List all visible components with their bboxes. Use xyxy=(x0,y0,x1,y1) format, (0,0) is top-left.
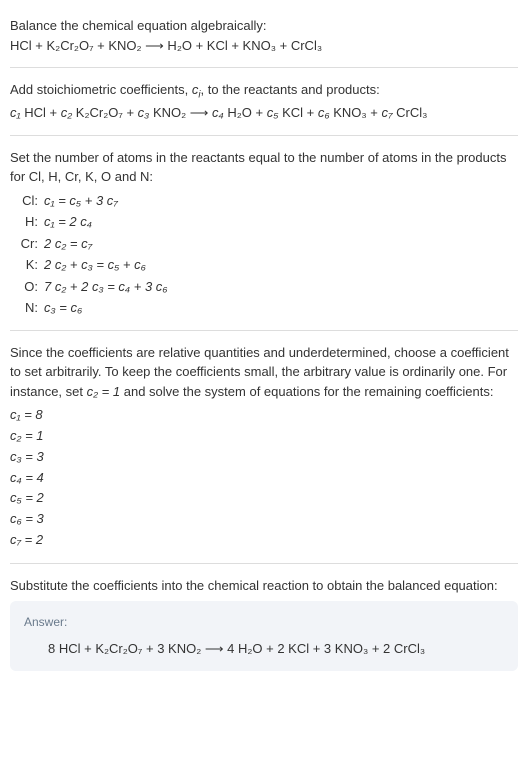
atom-elem: O: xyxy=(10,277,38,297)
coeff-value: c₄ = 4 xyxy=(10,468,518,489)
atom-eq: 2 c₂ + c₃ = c₅ + c₆ xyxy=(44,255,518,275)
atom-elem: H: xyxy=(10,212,38,232)
stoich-heading: Add stoichiometric coefficients, ci, to … xyxy=(10,80,518,103)
divider xyxy=(10,563,518,564)
coef-c3: c₃ xyxy=(138,105,150,120)
coeff-value: c₃ = 3 xyxy=(10,447,518,468)
solve-text: Since the coefficients are relative quan… xyxy=(10,343,518,402)
atom-eq: c₁ = c₅ + 3 c₇ xyxy=(44,191,518,211)
reagent-7: CrCl₃ xyxy=(393,105,428,120)
atoms-table: Cl: c₁ = c₅ + 3 c₇ H: c₁ = 2 c₄ Cr: 2 c₂… xyxy=(10,191,518,318)
reagent-6: KNO₃ + xyxy=(330,105,382,120)
reagent-1: HCl + xyxy=(21,105,61,120)
intro-section: Balance the chemical equation algebraica… xyxy=(10,8,518,63)
substitute-section: Substitute the coefficients into the che… xyxy=(10,568,518,679)
stoich-equation: c₁ HCl + c₂ K₂Cr₂O₇ + c₃ KNO₂ ⟶ c₄ H₂O +… xyxy=(10,103,518,123)
coef-c2: c₂ xyxy=(61,105,72,120)
coeff-value: c₇ = 2 xyxy=(10,530,518,551)
coeff-value: c₂ = 1 xyxy=(10,426,518,447)
coef-c1: c₁ xyxy=(10,105,21,120)
stoich-text-b: , to the reactants and products: xyxy=(201,82,380,97)
atom-eq: c₃ = c₆ xyxy=(44,298,518,318)
intro-line1: Balance the chemical equation algebraica… xyxy=(10,16,518,36)
coeff-value: c₁ = 8 xyxy=(10,405,518,426)
answer-box: Answer: 8 HCl + K₂Cr₂O₇ + 3 KNO₂ ⟶ 4 H₂O… xyxy=(10,601,518,671)
stoich-text-a: Add stoichiometric coefficients, xyxy=(10,82,192,97)
divider xyxy=(10,330,518,331)
atom-elem: Cr: xyxy=(10,234,38,254)
intro-equation: HCl + K₂Cr₂O₇ + KNO₂ ⟶ H₂O + KCl + KNO₃ … xyxy=(10,36,518,56)
solve-c2eq: c₂ = 1 xyxy=(87,384,121,399)
atom-eq: 7 c₂ + 2 c₃ = c₄ + 3 c₆ xyxy=(44,277,518,297)
atoms-heading: Set the number of atoms in the reactants… xyxy=(10,148,518,187)
reagent-3: KNO₂ ⟶ xyxy=(149,105,212,120)
atom-eq: c₁ = 2 c₄ xyxy=(44,212,518,232)
coef-c4: c₄ xyxy=(212,105,224,120)
coef-c7: c₇ xyxy=(381,105,392,120)
solve-section: Since the coefficients are relative quan… xyxy=(10,335,518,559)
reagent-4: H₂O + xyxy=(224,105,267,120)
solve-text-b: and solve the system of equations for th… xyxy=(120,384,493,399)
atom-elem: K: xyxy=(10,255,38,275)
atom-elem: N: xyxy=(10,298,38,318)
coef-c6: c₆ xyxy=(318,105,330,120)
stoich-section: Add stoichiometric coefficients, ci, to … xyxy=(10,72,518,131)
coefficients-list: c₁ = 8 c₂ = 1 c₃ = 3 c₄ = 4 c₅ = 2 c₆ = … xyxy=(10,405,518,551)
atoms-section: Set the number of atoms in the reactants… xyxy=(10,140,518,326)
coeff-value: c₆ = 3 xyxy=(10,509,518,530)
coeff-value: c₅ = 2 xyxy=(10,488,518,509)
answer-equation: 8 HCl + K₂Cr₂O₇ + 3 KNO₂ ⟶ 4 H₂O + 2 KCl… xyxy=(24,639,504,659)
reagent-2: K₂Cr₂O₇ + xyxy=(72,105,138,120)
answer-label: Answer: xyxy=(24,613,504,631)
divider xyxy=(10,135,518,136)
reagent-5: KCl + xyxy=(278,105,317,120)
atom-eq: 2 c₂ = c₇ xyxy=(44,234,518,254)
substitute-text: Substitute the coefficients into the che… xyxy=(10,576,518,596)
coef-c5: c₅ xyxy=(267,105,279,120)
stoich-ci: ci xyxy=(192,82,201,97)
divider xyxy=(10,67,518,68)
atom-elem: Cl: xyxy=(10,191,38,211)
